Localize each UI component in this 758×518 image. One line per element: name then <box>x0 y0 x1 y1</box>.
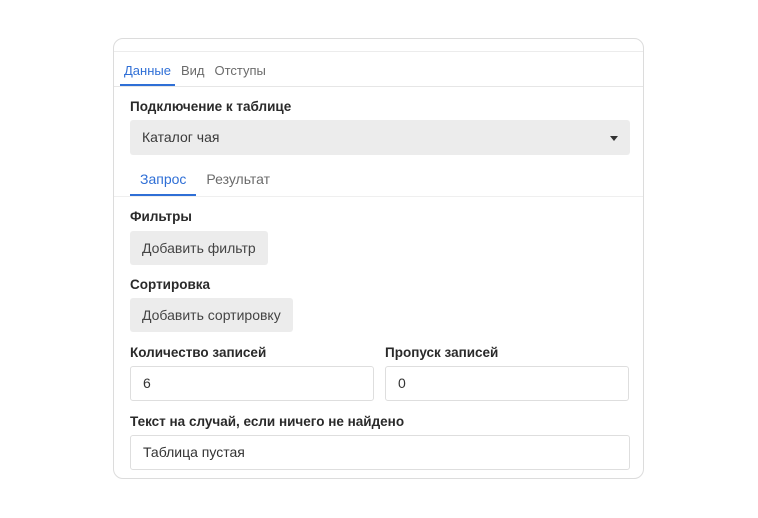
records-skip-input[interactable]: 0 <box>385 366 629 401</box>
connection-select[interactable]: Каталог чая <box>130 120 630 155</box>
records-count-label: Количество записей <box>130 345 267 360</box>
add-sorting-button[interactable]: Добавить сортировку <box>130 298 293 332</box>
tab-query[interactable]: Запрос <box>130 171 197 196</box>
data-source-settings-panel: Данные Вид Отступы Подключение к таблице… <box>113 38 644 479</box>
connection-select-value: Каталог чая <box>142 129 220 145</box>
filters-label: Фильтры <box>130 209 192 224</box>
tab-view[interactable]: Вид <box>177 63 209 86</box>
empty-text-label: Текст на случай, если ничего не найдено <box>130 414 405 429</box>
connection-label: Подключение к таблице <box>130 99 292 114</box>
add-filter-button[interactable]: Добавить фильтр <box>130 231 268 265</box>
tab-data[interactable]: Данные <box>120 63 175 86</box>
main-tabs: Данные Вид Отступы <box>114 61 643 87</box>
empty-text-input[interactable]: Таблица пустая <box>130 435 630 470</box>
chevron-down-icon <box>610 136 618 141</box>
sorting-label: Сортировка <box>130 277 211 292</box>
tab-padding[interactable]: Отступы <box>211 63 270 86</box>
records-skip-label: Пропуск записей <box>385 345 499 360</box>
records-count-input[interactable]: 6 <box>130 366 374 401</box>
tab-result[interactable]: Результат <box>196 171 280 196</box>
query-tabs: Запрос Результат <box>114 170 643 197</box>
panel-top-divider <box>114 51 643 52</box>
